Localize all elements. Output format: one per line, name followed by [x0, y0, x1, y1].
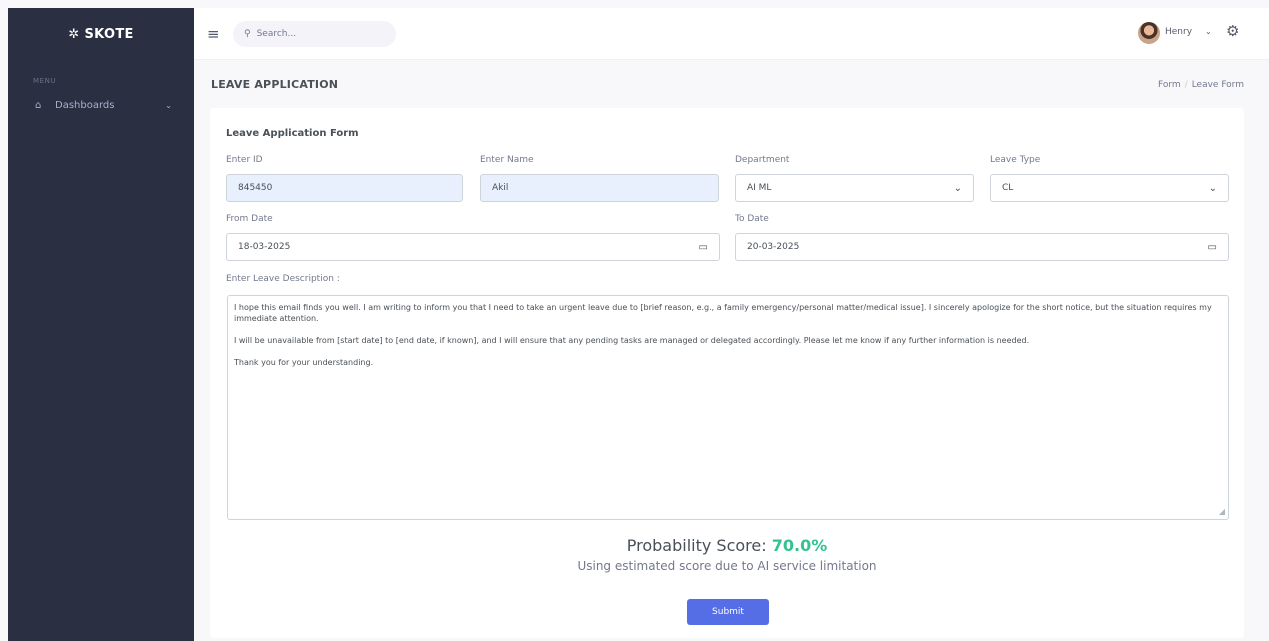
chevron-down-icon: ⌄: [165, 100, 172, 110]
avatar[interactable]: [1138, 22, 1160, 44]
user-name[interactable]: Henry: [1165, 27, 1192, 37]
from-date-label: From Date: [226, 214, 273, 224]
submit-button[interactable]: Submit: [687, 599, 769, 625]
description-textarea[interactable]: I hope this email finds you well. I am w…: [227, 295, 1229, 520]
id-label: Enter ID: [226, 155, 263, 165]
department-value: AI ML: [747, 183, 772, 193]
description-label: Enter Leave Description :: [226, 274, 340, 284]
id-field[interactable]: 845450: [226, 174, 463, 202]
sidebar-item-label: Dashboards: [55, 99, 115, 111]
name-field[interactable]: Akil: [480, 174, 719, 202]
calendar-icon[interactable]: ▭: [699, 242, 708, 253]
probability-score: Probability Score: 70.0%: [210, 536, 1244, 555]
leave-type-value: CL: [1002, 183, 1014, 193]
description-paragraph: Thank you for your understanding.: [234, 358, 374, 367]
description-paragraph: I will be unavailable from [start date] …: [234, 336, 1030, 345]
to-date-input[interactable]: 20-03-2025 ▭: [735, 233, 1229, 261]
sidebar: ✲ SKOTE MENU ⌂ Dashboards ⌄: [8, 8, 194, 641]
id-value: 845450: [238, 183, 273, 193]
home-icon: ⌂: [35, 99, 42, 111]
department-label: Department: [735, 155, 790, 165]
to-date-value: 20-03-2025: [747, 242, 800, 252]
chevron-down-icon: ⌄: [953, 182, 962, 194]
to-date-label: To Date: [735, 214, 769, 224]
chevron-down-icon[interactable]: ⌄: [1205, 27, 1212, 36]
description-paragraph: I hope this email finds you well. I am w…: [234, 303, 1212, 323]
leave-type-label: Leave Type: [990, 155, 1041, 165]
menu-toggle-icon[interactable]: ≡: [207, 25, 220, 43]
probability-value: 70.0%: [771, 536, 828, 555]
brand-name: SKOTE: [84, 26, 134, 42]
sidebar-item-dashboards[interactable]: ⌂ Dashboards ⌄: [8, 94, 194, 116]
brand-logo[interactable]: ✲ SKOTE: [8, 8, 194, 60]
breadcrumb-item-active: Leave Form: [1191, 80, 1244, 90]
probability-label: Probability Score:: [626, 536, 767, 555]
search-input[interactable]: ⚲ Search...: [233, 21, 396, 47]
calendar-icon[interactable]: ▭: [1208, 242, 1217, 253]
logo-icon: ✲: [68, 26, 80, 42]
chevron-down-icon: ⌄: [1208, 182, 1217, 194]
page-title: LEAVE APPLICATION: [211, 78, 339, 91]
form-title: Leave Application Form: [226, 128, 359, 139]
score-note: Using estimated score due to AI service …: [577, 559, 877, 573]
name-label: Enter Name: [480, 155, 534, 165]
leave-form-card: Leave Application Form Enter ID 845450 E…: [210, 108, 1244, 638]
search-placeholder: Search...: [256, 29, 297, 39]
from-date-value: 18-03-2025: [238, 242, 291, 252]
search-icon: ⚲: [244, 29, 251, 39]
department-select[interactable]: AI ML ⌄: [735, 174, 974, 202]
breadcrumb-item[interactable]: Form: [1158, 80, 1181, 90]
resize-handle-icon[interactable]: ◢: [1219, 506, 1225, 517]
menu-title: MENU: [33, 77, 57, 85]
from-date-input[interactable]: 18-03-2025 ▭: [226, 233, 720, 261]
gear-icon[interactable]: ⚙: [1226, 22, 1239, 40]
topbar: ≡ ⚲ Search... Henry ⌄ ⚙: [194, 8, 1269, 60]
breadcrumb: Form / Leave Form: [1157, 80, 1244, 90]
name-value: Akil: [492, 183, 509, 193]
leave-type-select[interactable]: CL ⌄: [990, 174, 1229, 202]
